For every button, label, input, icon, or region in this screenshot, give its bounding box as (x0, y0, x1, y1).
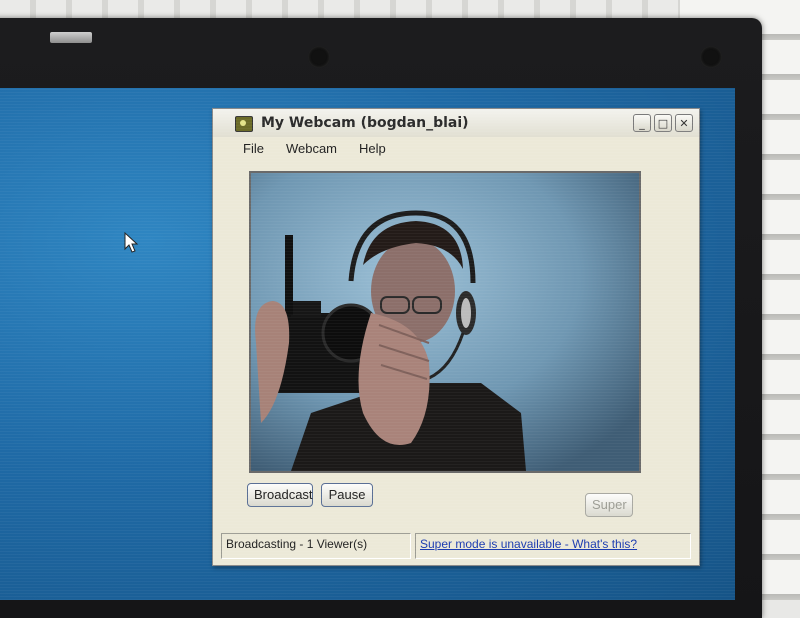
webcam-window[interactable]: My Webcam (bogdan_blai) _ □ ✕ File Webca… (212, 108, 700, 566)
desktop[interactable]: My Webcam (bogdan_blai) _ □ ✕ File Webca… (0, 88, 735, 600)
laptop-latch (50, 32, 92, 43)
menu-webcam[interactable]: Webcam (286, 141, 337, 163)
status-link-pane: Super mode is unavailable - What's this? (415, 533, 691, 559)
menu-help[interactable]: Help (359, 141, 386, 163)
pause-button[interactable]: Pause (321, 483, 373, 507)
laptop-screw (308, 46, 330, 68)
super-mode-info-link[interactable]: Super mode is unavailable - What's this? (420, 537, 637, 551)
close-icon[interactable]: ✕ (675, 114, 693, 132)
menu-bar: File Webcam Help (213, 137, 699, 163)
webcam-app-icon (235, 116, 253, 132)
laptop-screw (700, 46, 722, 68)
super-button[interactable]: Super (585, 493, 633, 517)
minimize-icon[interactable]: _ (633, 114, 651, 132)
status-bar: Broadcasting - 1 Viewer(s) Super mode is… (221, 533, 691, 559)
menu-file[interactable]: File (243, 141, 264, 163)
webcam-video-feed (249, 171, 641, 473)
window-title: My Webcam (bogdan_blai) (261, 115, 469, 131)
webcam-video-image (251, 173, 639, 471)
maximize-icon[interactable]: □ (654, 114, 672, 132)
broadcast-status: Broadcasting - 1 Viewer(s) (221, 533, 411, 559)
title-bar[interactable]: My Webcam (bogdan_blai) _ □ ✕ (213, 109, 699, 137)
mouse-cursor-icon (124, 232, 139, 253)
window-controls: _ □ ✕ (633, 114, 693, 132)
broadcast-button[interactable]: Broadcast (247, 483, 313, 507)
